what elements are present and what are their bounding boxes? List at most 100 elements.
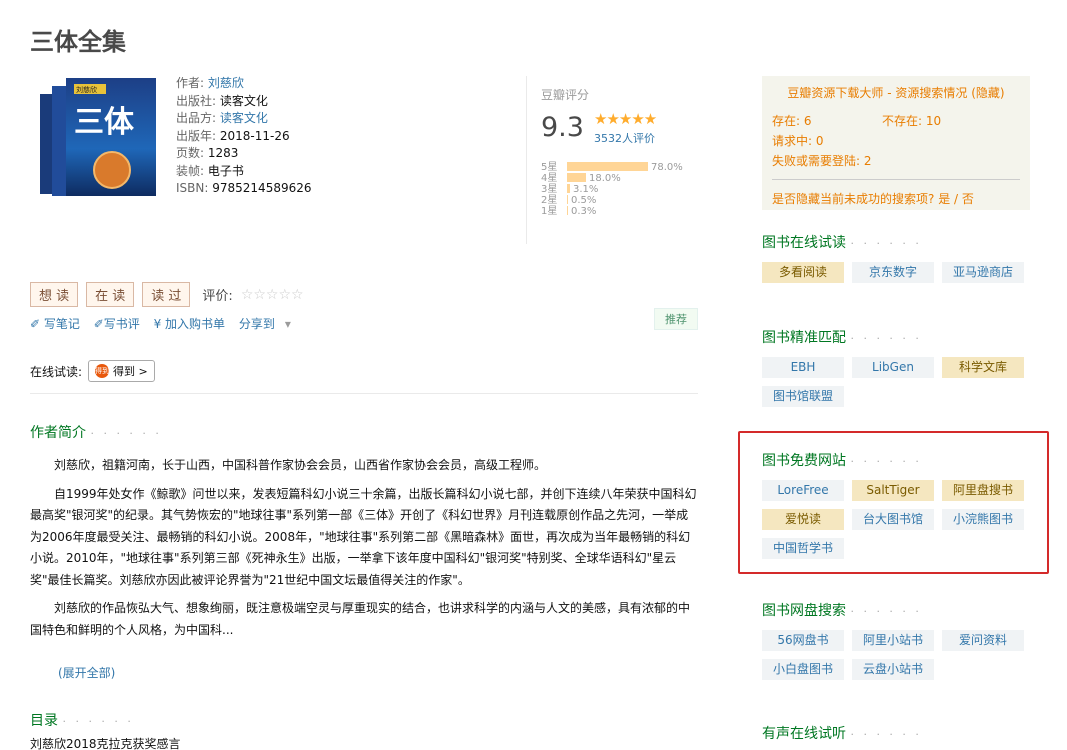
rating-dist-bar bbox=[567, 206, 568, 215]
yes-link[interactable]: 是 bbox=[938, 192, 950, 206]
rating-panel: 豆瓣评分 9.3 ★★★★★ 3532人评价 5星 78.0% 4星 18.0% 3星 3… bbox=[526, 76, 706, 244]
chevron-down-icon: ▾ bbox=[284, 317, 291, 331]
online-trial: 在线试读: 得到 得到 > bbox=[30, 360, 155, 382]
info-row-pages: 页数: 1283 bbox=[176, 146, 239, 160]
status-exist: 存在: 6 bbox=[772, 114, 812, 128]
rating-dist-label: 5星 bbox=[541, 162, 558, 173]
sidebar-section-title: 图书网盘搜索 · · · · · · bbox=[762, 603, 922, 619]
divider bbox=[30, 393, 698, 394]
add-to-cart-link[interactable]: ¥ 加入购书单 bbox=[154, 317, 225, 331]
divider bbox=[772, 179, 1020, 180]
rating-dist-row: 4星 18.0% bbox=[541, 173, 683, 184]
online-trial-label: 在线试读: bbox=[30, 364, 83, 379]
info-row-producer: 出品方: 读客文化 bbox=[176, 111, 268, 125]
collect-bar: 想 读 在 读 读 过 评价: ☆☆☆☆☆ bbox=[30, 282, 304, 307]
rate-label: 评价: bbox=[202, 289, 233, 304]
rating-dist-value: 78.0% bbox=[651, 162, 683, 173]
rating-dist-bar bbox=[567, 184, 570, 193]
status-not-exist: 不存在: 10 bbox=[882, 114, 942, 128]
status-head-link[interactable]: 豆瓣资源下载大师 - 资源搜索情况 (隐藏) bbox=[772, 84, 1020, 101]
write-note-link[interactable]: ✐ 写笔记 bbox=[30, 317, 80, 331]
sidebar-tag-link[interactable]: 图书馆联盟 bbox=[762, 386, 844, 407]
rating-dist-bar bbox=[567, 162, 648, 171]
sidebar-section-title: 图书精准匹配 · · · · · · bbox=[762, 330, 922, 346]
toc-first-item: 刘慈欣2018克拉克获奖感言 bbox=[30, 737, 181, 750]
sidebar-tag-link[interactable]: 56网盘书 bbox=[762, 630, 844, 651]
reading-button[interactable]: 在 读 bbox=[86, 282, 135, 307]
dedao-logo-icon: 得到 bbox=[95, 364, 110, 378]
info-row-binding: 装帧: 电子书 bbox=[176, 163, 244, 178]
rating-dist-bar bbox=[567, 195, 568, 204]
sidebar-section: 图书在线试读 · · · · · · 多看阅读 京东数字 亚马逊商店 bbox=[762, 232, 1032, 283]
book-cover[interactable]: 刘慈欣 三体 bbox=[34, 74, 158, 202]
rating-stars: ★★★★★ bbox=[594, 110, 657, 128]
highlight-box bbox=[738, 431, 1049, 574]
info-row-publisher: 出版社: 读客文化 bbox=[176, 93, 268, 108]
rating-dist-value: 3.1% bbox=[573, 184, 599, 195]
sidebar-tag-list: 多看阅读 京东数字 亚马逊商店 bbox=[762, 262, 1032, 283]
sidebar-tag-link[interactable]: 爱问资料 bbox=[942, 630, 1024, 651]
rating-dist-bar bbox=[567, 173, 586, 182]
sidebar-tag-link[interactable]: 亚马逊商店 bbox=[942, 262, 1024, 283]
status-requesting: 请求中: 0 bbox=[772, 134, 824, 148]
sidebar-tag-link[interactable]: 阿里小站书 bbox=[852, 630, 934, 651]
rate-stars-input[interactable]: ☆☆☆☆☆ bbox=[241, 287, 304, 303]
sidebar-tag-link[interactable]: LibGen bbox=[852, 357, 934, 378]
author-intro-body: 刘慈欣，祖籍河南，长于山西，中国科普作家协会会员，山西省作家协会会员，高级工程师… bbox=[30, 455, 698, 648]
expand-all-link[interactable]: (展开全部) bbox=[58, 664, 115, 681]
sidebar-tag-link[interactable]: 多看阅读 bbox=[762, 262, 844, 283]
info-row-author: 作者: 刘慈欣 bbox=[176, 76, 244, 90]
rating-dist-label: 2星 bbox=[541, 195, 558, 206]
rating-dist-row: 1星 0.3% bbox=[541, 206, 683, 217]
rating-dist-label: 1星 bbox=[541, 206, 558, 217]
recommend-button[interactable]: 推荐 bbox=[654, 308, 698, 330]
rating-dist-row: 5星 78.0% bbox=[541, 162, 683, 173]
producer-link[interactable]: 读客文化 bbox=[220, 111, 268, 125]
rating-dist-row: 2星 0.5% bbox=[541, 195, 683, 206]
rating-dist-value: 0.5% bbox=[571, 195, 597, 206]
actions-bar: ✐ 写笔记 ✐写书评 ¥ 加入购书单 分享到 ▾ bbox=[30, 315, 311, 332]
sidebar-tag-link[interactable]: 小白盘图书 bbox=[762, 659, 844, 680]
rating-score: 9.3 bbox=[541, 112, 584, 143]
sidebar-tag-link[interactable]: 科学文库 bbox=[942, 357, 1024, 378]
no-link[interactable]: 否 bbox=[962, 192, 974, 206]
page-title: 三体全集 bbox=[30, 28, 126, 56]
sidebar-tag-link[interactable]: 云盘小站书 bbox=[852, 659, 934, 680]
book-info: 作者: 刘慈欣 出版社: 读客文化 出品方: 读客文化 出版年: 2018-11… bbox=[176, 75, 312, 198]
author-intro-heading: 作者简介 · · · · · · bbox=[30, 425, 162, 441]
rating-dist-value: 0.3% bbox=[571, 206, 597, 217]
sidebar-section-title: 有声在线试听 · · · · · · bbox=[762, 726, 922, 742]
rating-dist-row: 3星 3.1% bbox=[541, 184, 683, 195]
sidebar-tag-link[interactable]: EBH bbox=[762, 357, 844, 378]
have-read-button[interactable]: 读 过 bbox=[142, 282, 191, 307]
sidebar-tag-list: EBH LibGen 科学文库图书馆联盟 bbox=[762, 357, 1032, 407]
rating-dist-label: 4星 bbox=[541, 173, 558, 184]
cover-title-text: 三体 bbox=[74, 105, 135, 140]
sidebar-section: 有声在线试听 · · · · · · bbox=[762, 723, 922, 743]
toc-heading: 目录 · · · · · · bbox=[30, 713, 134, 729]
hide-question: 是否隐藏当前未成功的搜索项? 是 / 否 bbox=[772, 192, 974, 206]
intro-paragraph: 刘慈欣的作品恢弘大气、想象绚丽，既注意极端空灵与厚重现实的结合，也讲求科学的内涵… bbox=[30, 601, 691, 637]
author-link[interactable]: 刘慈欣 bbox=[208, 76, 244, 90]
resource-status-panel: 豆瓣资源下载大师 - 资源搜索情况 (隐藏) 存在: 6 不存在: 10 请求中:… bbox=[762, 76, 1030, 210]
intro-paragraph: 自1999年处女作《鲸歌》问世以来，发表短篇科幻小说三十余篇，出版长篇科幻小说七… bbox=[30, 486, 697, 587]
sidebar-tag-link[interactable]: 京东数字 bbox=[852, 262, 934, 283]
rating-distribution: 5星 78.0% 4星 18.0% 3星 3.1% 2星 0.5% 1星 0.3% bbox=[541, 162, 683, 217]
cover-author-text: 刘慈欣 bbox=[76, 85, 97, 94]
dedao-button[interactable]: 得到 得到 > bbox=[88, 360, 155, 382]
intro-paragraph: 刘慈欣，祖籍河南，长于山西，中国科普作家协会会员，山西省作家协会会员，高级工程师… bbox=[54, 458, 547, 472]
sidebar-section-title: 图书在线试读 · · · · · · bbox=[762, 235, 922, 251]
rating-dist-value: 18.0% bbox=[589, 173, 621, 184]
want-to-read-button[interactable]: 想 读 bbox=[30, 282, 79, 307]
info-row-pubdate: 出版年: 2018-11-26 bbox=[176, 128, 290, 143]
sidebar-tag-list: 56网盘书 阿里小站书 爱问资料小白盘图书 云盘小站书 bbox=[762, 630, 1032, 680]
write-review-link[interactable]: ✐写书评 bbox=[94, 317, 140, 331]
sidebar-section: 图书精准匹配 · · · · · · EBH LibGen 科学文库图书馆联盟 bbox=[762, 327, 1032, 407]
rating-dist-label: 3星 bbox=[541, 184, 558, 195]
share-link[interactable]: 分享到 ▾ bbox=[239, 317, 301, 331]
rating-label: 豆瓣评分 bbox=[541, 88, 590, 102]
sidebar-section: 图书网盘搜索 · · · · · · 56网盘书 阿里小站书 爱问资料小白盘图书 云盘小… bbox=[762, 600, 1032, 680]
status-failed: 失败或需要登陆: 2 bbox=[772, 154, 872, 168]
info-row-isbn: ISBN: 9785214589626 bbox=[176, 181, 312, 195]
rating-count-link[interactable]: 3532人评价 bbox=[594, 130, 655, 146]
